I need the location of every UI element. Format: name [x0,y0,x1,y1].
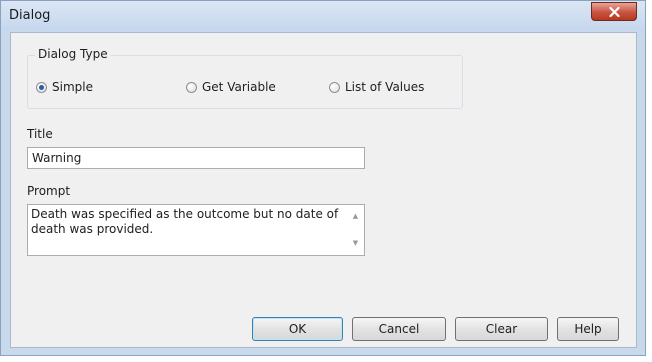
clear-button[interactable]: Clear [455,317,548,341]
radio-button[interactable] [329,81,340,93]
radio-get-variable[interactable]: Get Variable [186,80,276,94]
dialog-body: Dialog Type Simple Get Variable List of … [10,32,637,348]
radio-list-of-values[interactable]: List of Values [329,80,424,94]
dialog-type-group: Dialog Type Simple Get Variable List of … [27,47,463,109]
scroll-up-icon[interactable]: ▲ [347,209,364,224]
close-button[interactable] [591,2,637,21]
help-button[interactable]: Help [557,317,619,341]
radio-get-variable-label: Get Variable [202,80,276,94]
cancel-button[interactable]: Cancel [352,317,446,341]
title-label: Title [27,127,53,141]
prompt-label: Prompt [27,184,71,198]
scroll-down-icon[interactable]: ▼ [347,236,364,251]
title-input[interactable]: Warning [27,147,365,169]
window-title: Dialog [9,8,51,23]
dialog-window: Dialog Dialog Type Simple Get Variable L… [0,0,646,356]
dialog-type-legend: Dialog Type [35,47,111,61]
radio-simple[interactable]: Simple [36,80,93,94]
prompt-text: Death was specified as the outcome but n… [31,207,339,236]
radio-button-checked[interactable] [36,81,47,93]
close-icon [608,6,620,17]
title-bar[interactable]: Dialog [1,1,645,31]
radio-button[interactable] [186,81,197,93]
prompt-scrollbar[interactable]: ▲ ▼ [347,205,364,255]
prompt-textarea[interactable]: Death was specified as the outcome but n… [27,204,365,256]
radio-simple-label: Simple [52,80,93,94]
radio-list-of-values-label: List of Values [345,80,425,94]
ok-button[interactable]: OK [252,317,343,341]
